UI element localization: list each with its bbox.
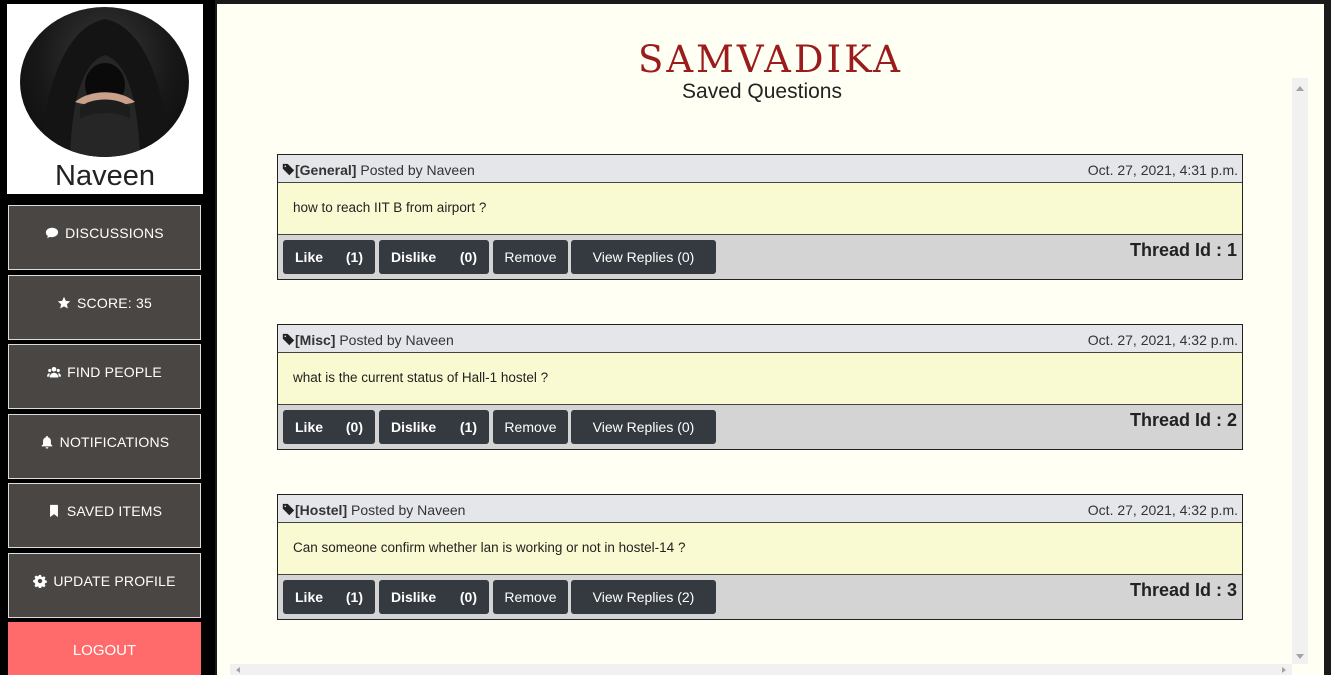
sidebar: Naveen DISCUSSIONS SCORE: 35 FIND PEOPLE…	[0, 0, 215, 675]
avatar	[20, 7, 189, 157]
thread-date: Oct. 27, 2021, 4:32 p.m.	[1087, 332, 1238, 348]
thread-footer: Like (1) Dislike (0) Remove View Replies (…	[278, 575, 1242, 619]
thread-id: Thread Id : 2	[1129, 410, 1237, 430]
nav-update-profile-button[interactable]: UPDATE PROFILE	[8, 553, 201, 618]
users-icon	[47, 366, 62, 377]
nav-saved-items-button[interactable]: SAVED ITEMS	[8, 483, 201, 548]
vertical-scrollbar[interactable]	[1292, 78, 1308, 664]
thread-footer: Like (0) Dislike (1) Remove View Replies (…	[278, 405, 1242, 449]
tag-icon	[282, 333, 295, 346]
nav-label: SAVED ITEMS	[66, 502, 163, 519]
thread-category[interactable]: [Misc]	[295, 332, 335, 348]
thread-date: Oct. 27, 2021, 4:32 p.m.	[1087, 502, 1238, 518]
tag-icon	[282, 163, 295, 176]
scroll-down-arrow-icon[interactable]	[1296, 654, 1304, 659]
nav-score-button[interactable]: SCORE: 35	[8, 275, 201, 340]
view-replies-button[interactable]: View Replies (0)	[571, 410, 716, 444]
like-count: (1)	[345, 249, 363, 265]
thread-question[interactable]: Can someone confirm whether lan is worki…	[278, 523, 1242, 575]
profile-name: Naveen	[55, 160, 155, 192]
app-title: SAMVADIKA	[637, 38, 904, 81]
thread-card: [General] Posted by Naveen Oct. 27, 2021…	[277, 154, 1243, 280]
star-icon	[57, 296, 71, 309]
scroll-up-arrow-icon[interactable]	[1296, 86, 1304, 91]
thread-header: [Hostel] Posted by Naveen Oct. 27, 2021,…	[278, 495, 1242, 523]
like-label: Like	[295, 249, 324, 265]
thread-category[interactable]: [Hostel]	[295, 502, 347, 518]
dislike-count: (1)	[459, 419, 477, 435]
nav-label: SCORE: 35	[77, 294, 152, 311]
like-label: Like	[295, 419, 324, 435]
like-count: (0)	[345, 419, 363, 435]
nav-notifications-button[interactable]: NOTIFICATIONS	[8, 414, 201, 479]
thread-author: Posted by Naveen	[351, 502, 466, 518]
nav-label: FIND PEOPLE	[67, 363, 162, 380]
logout-button[interactable]: LOGOUT	[8, 622, 201, 675]
thread-header: [Misc] Posted by Naveen Oct. 27, 2021, 4…	[278, 325, 1242, 353]
view-replies-button[interactable]: View Replies (2)	[571, 580, 716, 614]
dislike-label: Dislike	[391, 589, 437, 605]
remove-button[interactable]: Remove	[493, 410, 568, 444]
thread-question[interactable]: what is the current status of Hall-1 hos…	[278, 353, 1242, 405]
view-replies-button[interactable]: View Replies (0)	[571, 240, 716, 274]
thread-id: Thread Id : 1	[1129, 240, 1237, 260]
like-button[interactable]: Like (0)	[283, 410, 375, 444]
like-label: Like	[295, 589, 324, 605]
thread-footer: Like (1) Dislike (0) Remove View Replies (…	[278, 235, 1242, 279]
gear-icon	[33, 574, 48, 588]
dislike-button[interactable]: Dislike (0)	[379, 240, 489, 274]
nav-label: NOTIFICATIONS	[59, 433, 170, 450]
dislike-count: (0)	[459, 249, 477, 265]
dislike-button[interactable]: Dislike (1)	[379, 410, 489, 444]
dislike-button[interactable]: Dislike (0)	[379, 580, 489, 614]
remove-button[interactable]: Remove	[493, 580, 568, 614]
dislike-label: Dislike	[391, 249, 437, 265]
nav-find-people-button[interactable]: FIND PEOPLE	[8, 344, 201, 409]
thread-category[interactable]: [General]	[295, 162, 356, 178]
comment-icon	[46, 227, 59, 238]
thread-question[interactable]: how to reach IIT B from airport ?	[278, 183, 1242, 235]
page-title: Saved Questions	[682, 80, 842, 103]
remove-button[interactable]: Remove	[493, 240, 568, 274]
like-button[interactable]: Like (1)	[283, 580, 375, 614]
thread-author: Posted by Naveen	[339, 332, 454, 348]
tag-icon	[282, 503, 295, 516]
horizontal-scrollbar[interactable]	[230, 664, 1292, 675]
dislike-count: (0)	[459, 589, 477, 605]
nav-label: UPDATE PROFILE	[53, 572, 176, 589]
scroll-right-arrow-icon[interactable]	[1282, 667, 1286, 673]
thread-card: [Misc] Posted by Naveen Oct. 27, 2021, 4…	[277, 324, 1243, 450]
bell-icon	[41, 435, 52, 449]
main-content: SAMVADIKA Saved Questions [General] Post…	[217, 4, 1324, 675]
scroll-left-arrow-icon[interactable]	[236, 667, 240, 673]
thread-card: [Hostel] Posted by Naveen Oct. 27, 2021,…	[277, 494, 1243, 620]
like-button[interactable]: Like (1)	[283, 240, 375, 274]
bookmark-icon	[49, 504, 58, 517]
thread-author: Posted by Naveen	[360, 162, 475, 178]
like-count: (1)	[345, 589, 363, 605]
profile-card: Naveen	[7, 4, 203, 194]
nav-label: DISCUSSIONS	[65, 224, 164, 241]
thread-id: Thread Id : 3	[1129, 580, 1237, 600]
thread-date: Oct. 27, 2021, 4:31 p.m.	[1087, 162, 1238, 178]
thread-header: [General] Posted by Naveen Oct. 27, 2021…	[278, 155, 1242, 183]
dislike-label: Dislike	[391, 419, 437, 435]
nav-discussions-button[interactable]: DISCUSSIONS	[8, 205, 201, 270]
